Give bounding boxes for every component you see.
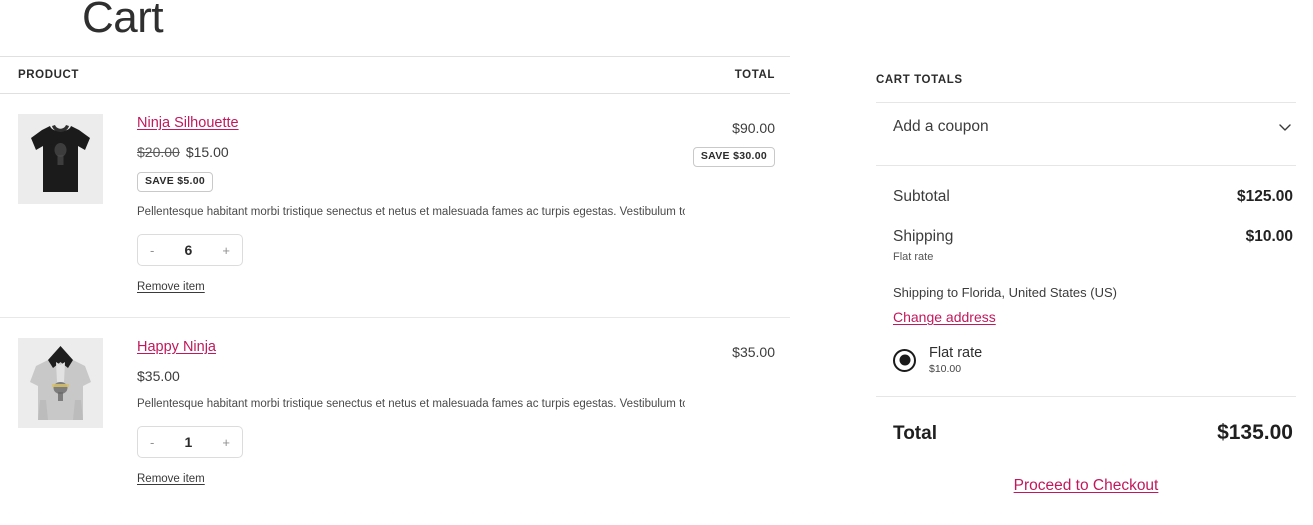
change-address-link[interactable]: Change address <box>893 309 996 325</box>
cart-page: Cart PRODUCT TOTAL Ninja Silhouette $20.… <box>0 0 1313 525</box>
line-total-save-badge: SAVE $30.00 <box>692 147 775 167</box>
quantity-decrease-button[interactable]: - <box>150 244 154 257</box>
product-price: $35.00 <box>137 368 685 384</box>
product-name-link[interactable]: Happy Ninja <box>137 339 216 355</box>
line-total-amount: $35.00 <box>732 344 775 360</box>
line-total-amount: $90.00 <box>732 120 775 136</box>
product-details: Ninja Silhouette $20.00 $15.00 SAVE $5.00… <box>103 114 685 295</box>
quantity-value[interactable]: 6 <box>184 243 192 257</box>
quantity-stepper[interactable]: - 1 + <box>137 426 243 458</box>
shipping-option-flat-rate[interactable]: Flat rate $10.00 <box>876 345 1296 375</box>
cart-totals-panel: CART TOTALS Add a coupon Subtotal $125.0… <box>876 0 1313 495</box>
product-price-current: $35.00 <box>137 368 180 384</box>
subtotal-label: Subtotal <box>893 188 950 205</box>
product-thumbnail-hoodie[interactable] <box>18 338 103 428</box>
chevron-down-icon <box>1277 119 1293 135</box>
column-header-total: TOTAL <box>734 69 775 81</box>
product-details: Happy Ninja $35.00 Pellentesque habitant… <box>103 338 685 487</box>
add-coupon-label: Add a coupon <box>893 117 989 135</box>
shipping-option-name: Flat rate <box>929 345 983 361</box>
radio-selected-icon[interactable] <box>893 348 916 372</box>
grand-total-value: $135.00 <box>1217 421 1293 444</box>
product-thumbnail-tshirt[interactable] <box>18 114 103 204</box>
checkout-action: Proceed to Checkout <box>876 477 1296 495</box>
add-coupon-toggle[interactable]: Add a coupon <box>876 103 1296 150</box>
shipping-row: Shipping $10.00 <box>876 228 1296 246</box>
quantity-increase-button[interactable]: + <box>222 244 230 257</box>
column-header-product: PRODUCT <box>18 69 80 81</box>
remove-item-link[interactable]: Remove item <box>137 473 205 486</box>
shipping-value: $10.00 <box>1245 228 1293 245</box>
quantity-increase-button[interactable]: + <box>222 436 230 449</box>
product-description: Pellentesque habitant morbi tristique se… <box>137 398 685 410</box>
product-price: $20.00 $15.00 <box>137 144 685 160</box>
shipping-destination: Shipping to Florida, United States (US) <box>893 285 1117 300</box>
grand-total-row: Total $135.00 <box>876 421 1296 445</box>
quantity-stepper[interactable]: - 6 + <box>137 234 243 266</box>
cart-table-header: PRODUCT TOTAL <box>0 56 790 94</box>
quantity-value[interactable]: 1 <box>184 435 192 449</box>
page-title: Cart <box>82 0 164 42</box>
remove-item-link[interactable]: Remove item <box>137 281 205 294</box>
divider <box>876 396 1296 397</box>
product-price-original: $20.00 <box>137 144 180 160</box>
product-name-link[interactable]: Ninja Silhouette <box>137 115 239 131</box>
grand-total-label: Total <box>893 423 937 444</box>
cart-table-column: Cart PRODUCT TOTAL Ninja Silhouette $20.… <box>0 0 790 525</box>
quantity-decrease-button[interactable]: - <box>150 436 154 449</box>
divider <box>876 165 1296 166</box>
product-save-badge: SAVE $5.00 <box>137 172 214 192</box>
table-row: Ninja Silhouette $20.00 $15.00 SAVE $5.00… <box>0 94 790 317</box>
product-price-current: $15.00 <box>185 144 229 160</box>
product-description: Pellentesque habitant morbi tristique se… <box>137 206 685 218</box>
table-row: Happy Ninja $35.00 Pellentesque habitant… <box>0 317 790 509</box>
product-line-total: $90.00 SAVE $30.00 <box>685 114 775 295</box>
subtotal-value: $125.00 <box>1236 188 1293 205</box>
subtotal-row: Subtotal $125.00 <box>876 188 1296 206</box>
proceed-to-checkout-button[interactable]: Proceed to Checkout <box>1014 477 1159 494</box>
shipping-label: Shipping <box>893 228 954 245</box>
product-line-total: $35.00 <box>685 338 775 487</box>
shipping-method-note: Flat rate <box>893 251 934 263</box>
shipping-option-price: $10.00 <box>929 363 962 375</box>
cart-totals-heading: CART TOTALS <box>876 74 963 86</box>
shipping-option-text: Flat rate $10.00 <box>916 345 982 375</box>
